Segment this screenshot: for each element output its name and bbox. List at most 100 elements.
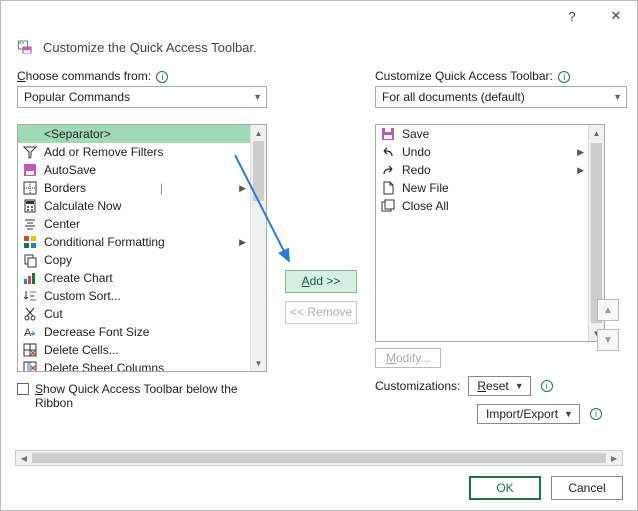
list-item[interactable]: Custom Sort... — [18, 287, 250, 305]
hscrollbar[interactable]: ◀ ▶ — [15, 450, 623, 466]
list-item-label: Center — [44, 217, 80, 231]
list-item-label: Cut — [44, 307, 63, 321]
list-item-label: Create Chart — [44, 271, 113, 285]
list-item[interactable]: Close All — [376, 197, 588, 215]
list-item[interactable]: Borders|▶ — [18, 179, 250, 197]
remove-button: << Remove — [285, 301, 357, 324]
list-item[interactable]: Cut — [18, 305, 250, 323]
list-item[interactable]: Create Chart — [18, 269, 250, 287]
submenu-icon: ▶ — [239, 183, 246, 194]
dialog-header: Customize the Quick Access Toolbar. — [17, 39, 621, 55]
close-button[interactable]: ✕ — [603, 5, 629, 27]
choose-commands-label: Choose commands from: i — [17, 69, 267, 83]
chart-icon — [22, 270, 38, 286]
list-item-label: AutoSave — [44, 163, 96, 177]
list-item[interactable]: Save — [376, 125, 588, 143]
list-item-label: Conditional Formatting — [44, 235, 165, 249]
list-item-label: Close All — [402, 199, 449, 213]
newfile-icon — [380, 180, 396, 196]
save-icon — [380, 126, 396, 142]
cut-icon — [22, 306, 38, 322]
list-item-label: Calculate Now — [44, 199, 121, 213]
list-item-label: <Separator> — [44, 127, 111, 141]
move-down-button[interactable]: ▼ — [597, 329, 619, 351]
list-item[interactable]: Add or Remove Filters — [18, 143, 250, 161]
delcells-icon — [22, 342, 38, 358]
list-item-label: Decrease Font Size — [44, 325, 149, 339]
info-icon[interactable]: i — [541, 380, 553, 392]
scroll-down-icon[interactable]: ▼ — [251, 355, 266, 371]
list-item-label: Delete Sheet Columns — [44, 361, 164, 371]
dialog-window: ? ✕ Customize the Quick Access Toolbar. … — [0, 0, 638, 511]
scroll-up-icon[interactable]: ▲ — [589, 125, 604, 141]
reset-dropdown[interactable]: Reset ▼ — [468, 376, 530, 396]
list-item-label: Add or Remove Filters — [44, 145, 163, 159]
customizations-label: Customizations: — [375, 379, 460, 393]
sort-icon — [22, 288, 38, 304]
available-commands-list[interactable]: <Separator> Add or Remove Filters AutoSave… — [17, 124, 267, 372]
current-commands-list[interactable]: SaveUndo▶Redo▶New FileClose All ▲ ▼ — [375, 124, 605, 342]
dialog-footer: OK Cancel — [469, 476, 623, 500]
svg-text:A: A — [24, 327, 32, 339]
list-item[interactable]: <Separator> — [18, 125, 250, 143]
list-item[interactable]: Redo ▶ — [376, 161, 588, 179]
chevron-down-icon: ▼ — [564, 409, 573, 419]
condfmt-icon — [22, 234, 38, 250]
cancel-button[interactable]: Cancel — [551, 476, 623, 500]
borders-icon — [22, 180, 38, 196]
qat-icon — [17, 39, 33, 55]
choose-commands-dropdown[interactable]: Popular Commands ▼ — [17, 86, 267, 108]
list-item-label: Undo — [402, 145, 431, 159]
customize-scope-dropdown[interactable]: For all documents (default) ▼ — [375, 86, 627, 108]
copy-icon — [22, 252, 38, 268]
checkbox-icon — [17, 383, 29, 395]
info-icon[interactable]: i — [156, 71, 168, 83]
list-item[interactable]: Delete Cells... — [18, 341, 250, 359]
transfer-buttons: Add >> << Remove — [285, 69, 357, 424]
list-item-label: Save — [402, 127, 429, 141]
list-item[interactable]: Copy — [18, 251, 250, 269]
scroll-right-icon[interactable]: ▶ — [606, 451, 622, 465]
list-item[interactable]: AutoSave — [18, 161, 250, 179]
scroll-left-icon[interactable]: ◀ — [16, 451, 32, 465]
delcols-icon — [22, 360, 38, 371]
import-export-dropdown[interactable]: Import/Export ▼ — [477, 404, 580, 424]
filter-icon — [22, 144, 38, 160]
modify-button: Modify... — [375, 348, 441, 368]
list-item[interactable]: Undo ▶ — [376, 143, 588, 161]
ok-button[interactable]: OK — [469, 476, 541, 500]
list-item[interactable]: New File — [376, 179, 588, 197]
list-item[interactable]: Calculate Now — [18, 197, 250, 215]
list-item-label: Redo — [402, 163, 431, 177]
titlebar: ? ✕ — [1, 1, 637, 31]
undo-icon — [380, 144, 396, 160]
center-icon — [22, 216, 38, 232]
vscrollbar[interactable]: ▲ ▼ — [250, 125, 266, 371]
help-button[interactable]: ? — [559, 5, 585, 27]
add-button[interactable]: Add >> — [285, 270, 357, 293]
list-item[interactable]: A Decrease Font Size — [18, 323, 250, 341]
submenu-icon: ▶ — [577, 147, 584, 158]
fontdec-icon: A — [22, 324, 38, 340]
submenu-icon: ▶ — [239, 237, 246, 248]
info-icon[interactable]: i — [558, 71, 570, 83]
list-item-label: New File — [402, 181, 449, 195]
submenu-icon: ▶ — [577, 165, 584, 176]
reorder-buttons: ▲ ▼ — [597, 299, 619, 351]
chevron-down-icon: ▼ — [253, 92, 262, 102]
calc-icon — [22, 198, 38, 214]
move-up-button[interactable]: ▲ — [597, 299, 619, 321]
dialog-title: Customize the Quick Access Toolbar. — [43, 40, 257, 55]
autosave-icon — [22, 162, 38, 178]
info-icon[interactable]: i — [590, 408, 602, 420]
show-below-ribbon-checkbox[interactable]: Show Quick Access Toolbar below the Ribb… — [17, 382, 267, 410]
list-item-label: Copy — [44, 253, 72, 267]
redo-icon — [380, 162, 396, 178]
list-item[interactable]: Delete Sheet Columns — [18, 359, 250, 371]
scroll-up-icon[interactable]: ▲ — [251, 125, 266, 141]
chevron-down-icon: ▼ — [613, 92, 622, 102]
list-item[interactable]: Center — [18, 215, 250, 233]
list-item-label: Borders — [44, 181, 86, 195]
list-item[interactable]: Conditional Formatting ▶ — [18, 233, 250, 251]
closeall-icon — [380, 198, 396, 214]
